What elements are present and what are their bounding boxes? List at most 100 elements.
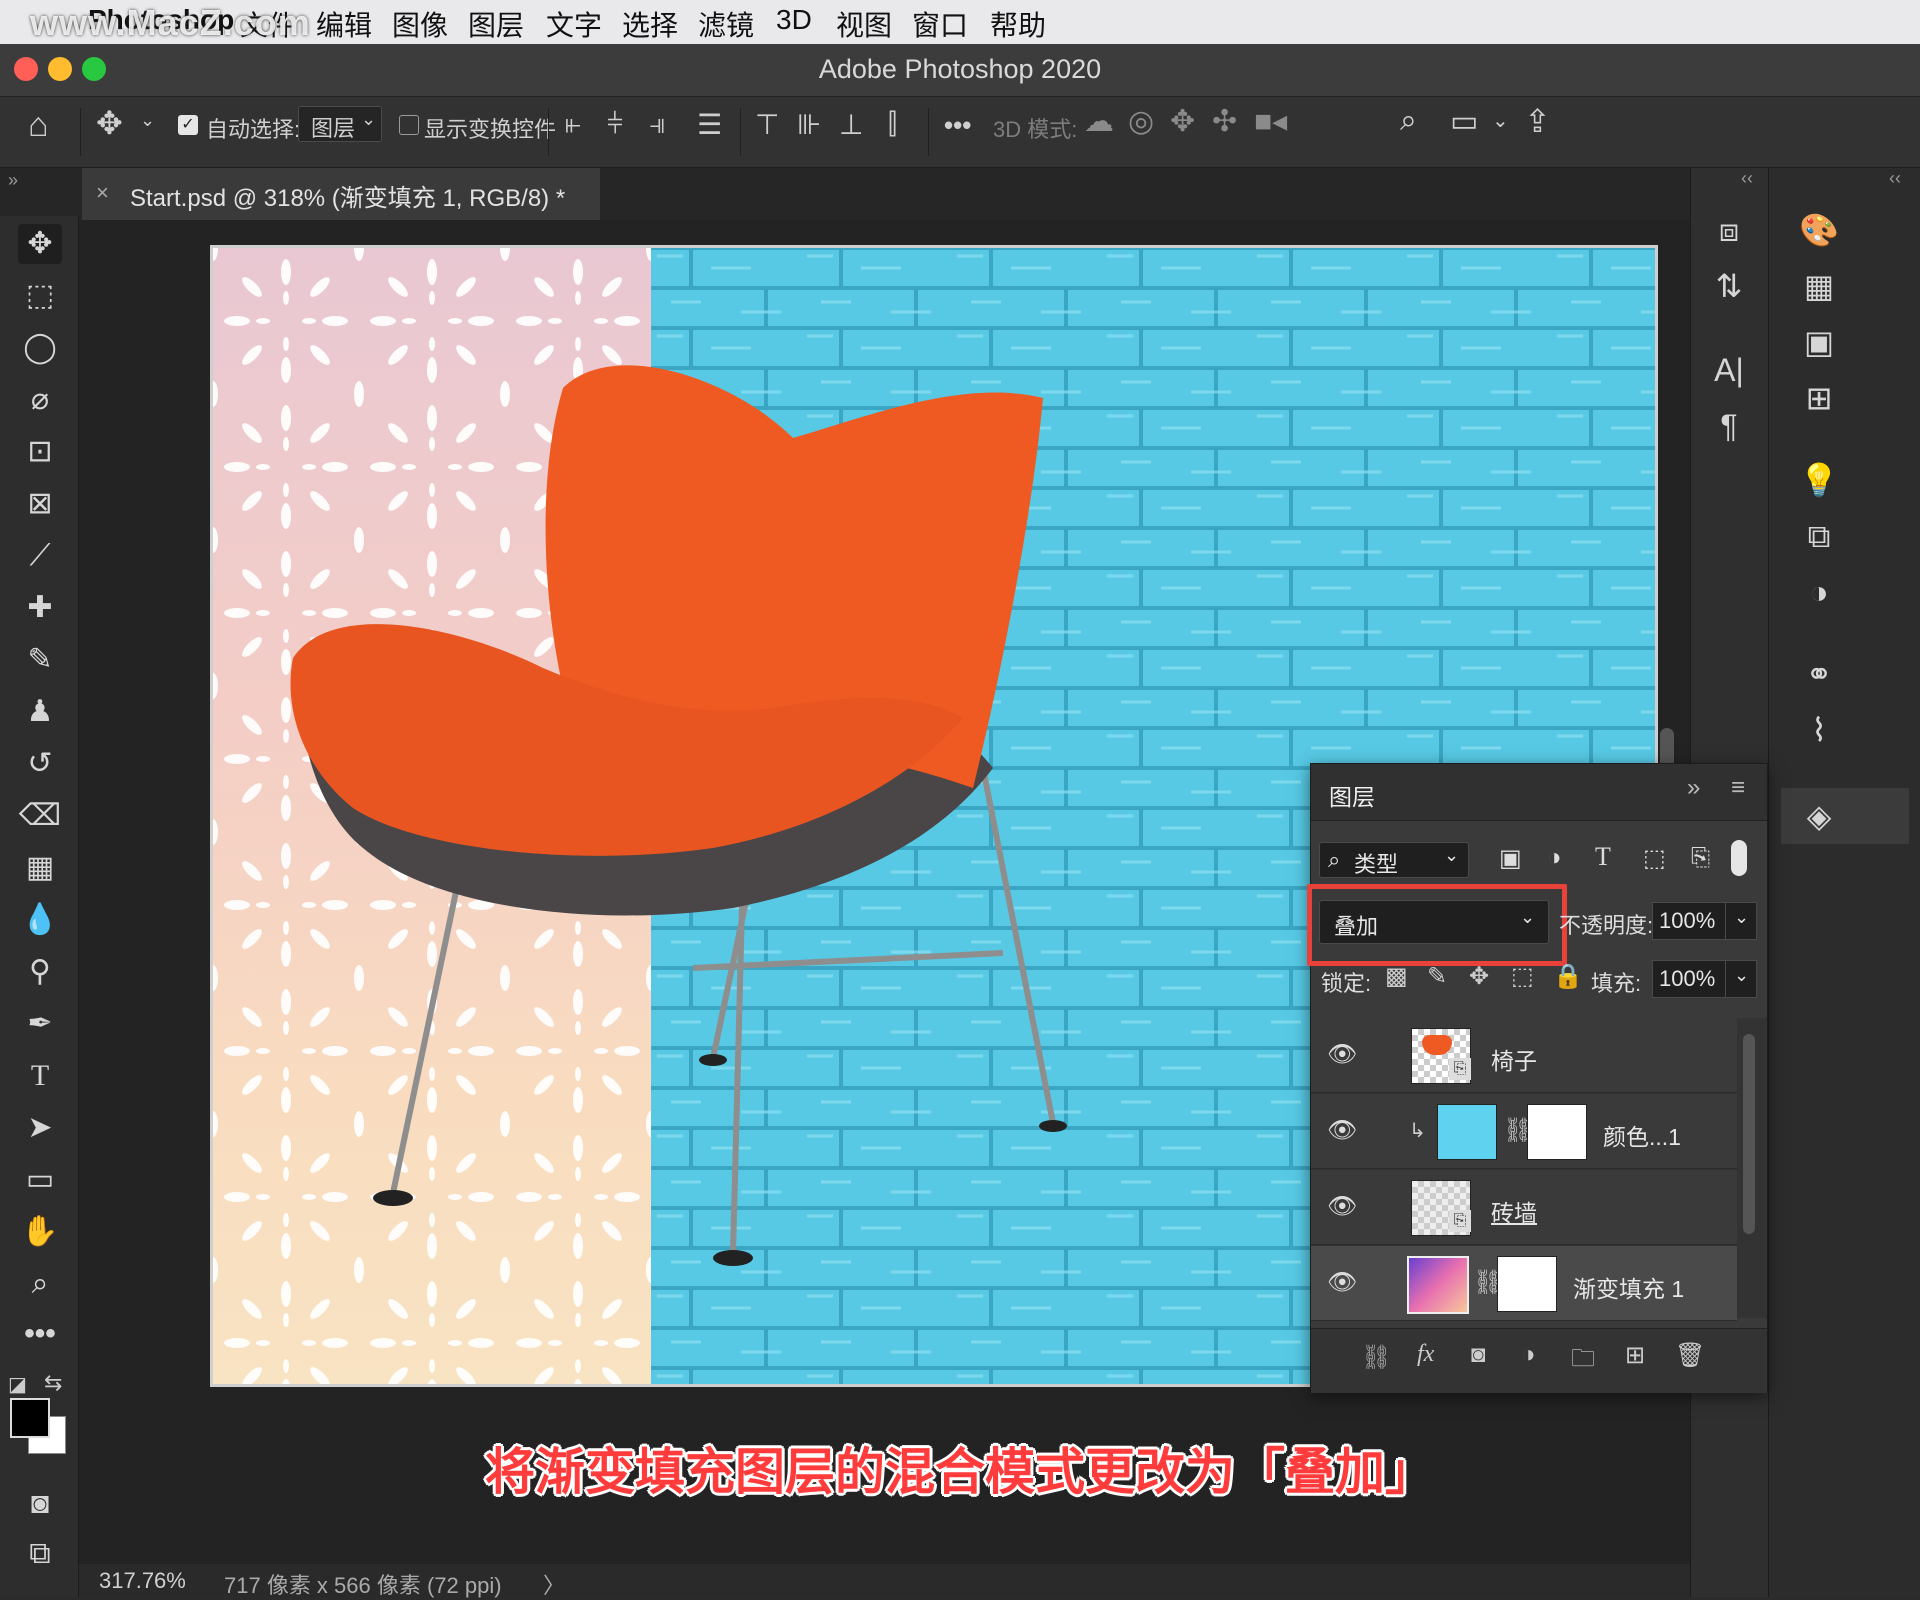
3d-video-icon[interactable]: ■◂ [1254, 104, 1287, 139]
paragraph-panel-icon[interactable]: ¶ [1703, 404, 1755, 448]
zoom-level[interactable]: 317.76% [99, 1568, 186, 1594]
auto-select-dropdown[interactable]: 图层 ⌄ [298, 106, 382, 142]
new-adjustment-icon[interactable]: ◑ [1521, 1341, 1536, 1369]
channels-panel-icon[interactable]: ⚭ [1793, 652, 1845, 696]
adjustment-filter-icon[interactable]: ◑ [1547, 844, 1562, 872]
smart-object-filter-icon[interactable]: ⎘ [1691, 844, 1710, 872]
layer-mask-thumbnail[interactable] [1497, 1256, 1557, 1312]
menu-image[interactable]: 图像 [392, 4, 448, 44]
gradients-panel-icon[interactable]: ▣ [1793, 320, 1845, 364]
move-tool-icon[interactable]: ✥ [18, 224, 62, 264]
marquee-tool-icon[interactable]: ⬚ [18, 276, 62, 316]
layer-row-gradient-fill[interactable]: 👁 ⛓ 渐变填充 1 [1311, 1246, 1737, 1321]
hand-tool-icon[interactable]: ✋ [18, 1212, 62, 1252]
menu-filter[interactable]: 滤镜 [698, 4, 754, 44]
swatches-panel-icon[interactable]: ▦ [1793, 264, 1845, 308]
panel-menu-icon[interactable]: ≡ [1731, 774, 1745, 802]
dodge-tool-icon[interactable]: ⚲ [18, 952, 62, 992]
gradient-tool-icon[interactable]: ▦ [18, 848, 62, 888]
visibility-eye-icon[interactable]: 👁 [1327, 1040, 1357, 1070]
frame-tool-icon[interactable]: ⊠ [18, 484, 62, 524]
rectangle-tool-icon[interactable]: ▭ [18, 1160, 62, 1200]
lasso-tool-icon[interactable]: ◯ [18, 328, 62, 368]
pen-tool-icon[interactable]: ✒ [18, 1004, 62, 1044]
character-panel-icon[interactable]: A| [1703, 348, 1755, 392]
close-tab-icon[interactable]: × [96, 180, 109, 206]
crop-tool-icon[interactable]: ⊡ [18, 432, 62, 472]
3d-roll-icon[interactable]: ◎ [1128, 104, 1154, 139]
align-right-icon[interactable]: ⫣ [649, 108, 666, 141]
align-bottom-icon[interactable]: ⊥ [839, 108, 863, 141]
delete-layer-icon[interactable]: 🗑 [1675, 1341, 1705, 1370]
clone-stamp-tool-icon[interactable]: ♟ [18, 692, 62, 732]
workspace-icon[interactable]: ▭ [1450, 104, 1478, 139]
lock-position-icon[interactable]: ✥ [1469, 962, 1489, 991]
default-colors-icon[interactable]: ◪ [8, 1372, 27, 1397]
auto-select-checkbox[interactable]: ✓ [178, 115, 198, 135]
lock-transparent-icon[interactable]: ▩ [1385, 962, 1408, 991]
new-layer-icon[interactable]: ⊞ [1625, 1341, 1645, 1370]
layer-row-color-fill[interactable]: 👁 ↳ ⛓ 颜色...1 [1311, 1094, 1737, 1169]
type-tool-icon[interactable]: T [18, 1056, 62, 1096]
screen-mode-icon[interactable]: ⧉ [18, 1534, 62, 1574]
menu-view[interactable]: 视图 [836, 4, 892, 44]
fill-slider-toggle[interactable]: ⌄ [1725, 960, 1757, 998]
brush-tool-icon[interactable]: ✎ [18, 640, 62, 680]
align-middle-icon[interactable]: ⊪ [797, 108, 821, 141]
fx-button[interactable]: fx [1417, 1341, 1434, 1368]
more-options-button[interactable]: ••• [944, 110, 971, 141]
3d-orbit-icon[interactable]: ☁ [1084, 104, 1114, 139]
new-group-icon[interactable]: 🗀 [1571, 1341, 1595, 1382]
link-layers-icon[interactable]: ⛓ [1361, 1343, 1391, 1372]
share-icon[interactable]: ⇪ [1524, 102, 1551, 140]
menu-help[interactable]: 帮助 [990, 4, 1046, 44]
history-panel-icon[interactable]: ⇅ [1703, 264, 1755, 308]
visibility-eye-icon[interactable]: 👁 [1327, 1268, 1357, 1298]
edit-toolbar-icon[interactable]: ••• [18, 1314, 62, 1354]
collapse-dock-icon[interactable]: ‹‹ [1889, 168, 1901, 189]
layers-panel-tab[interactable]: ◈ [1781, 788, 1909, 844]
3d-pan-icon[interactable]: ✥ [1170, 104, 1195, 139]
swap-colors-icon[interactable]: ⇆ [44, 1370, 62, 1396]
layer-row-chair[interactable]: 👁 ⎘ 椅子 [1311, 1018, 1737, 1093]
menu-edit[interactable]: 编辑 [316, 4, 372, 44]
menu-3d[interactable]: 3D [776, 4, 812, 36]
align-top-icon[interactable]: ⊤ [755, 108, 779, 141]
add-mask-icon[interactable]: ◙ [1471, 1341, 1486, 1369]
zoom-tool-icon[interactable]: ⌕ [18, 1264, 62, 1304]
align-center-icon[interactable]: ⫩ [607, 108, 623, 141]
path-selection-tool-icon[interactable]: ➤ [18, 1108, 62, 1148]
distribute-icon[interactable]: ☰ [697, 108, 722, 141]
expand-toolbar-icon[interactable]: » [8, 170, 18, 191]
layer-row-brick-wall[interactable]: 👁 ⎘ 砖墙 [1311, 1170, 1737, 1245]
move-tool-icon[interactable]: ✥ [96, 104, 123, 142]
adjustments-panel-icon[interactable]: ◑ [1793, 570, 1845, 614]
menu-type[interactable]: 文字 [546, 4, 602, 44]
menu-window[interactable]: 窗口 [912, 4, 968, 44]
type-filter-icon[interactable]: T [1595, 842, 1611, 872]
color-panel-icon[interactable]: 🎨 [1793, 208, 1845, 252]
quick-select-tool-icon[interactable]: ⌀ [18, 380, 62, 420]
visibility-eye-icon[interactable]: 👁 [1327, 1116, 1357, 1146]
opacity-slider-toggle[interactable]: ⌄ [1725, 902, 1757, 940]
libraries-panel-icon[interactable]: ⧉ [1793, 514, 1845, 558]
chevron-down-icon[interactable]: ⌄ [1492, 108, 1509, 133]
visibility-eye-icon[interactable]: 👁 [1327, 1192, 1357, 1222]
layer-list-scrollbar[interactable] [1743, 1034, 1755, 1234]
learn-panel-icon[interactable]: 💡 [1793, 458, 1845, 502]
paths-panel-icon[interactable]: ⌇ [1793, 708, 1845, 752]
menu-select[interactable]: 选择 [622, 4, 678, 44]
shape-filter-icon[interactable]: ⬚ [1643, 844, 1666, 873]
status-menu-arrow[interactable]: 〉 [543, 1568, 565, 1600]
align-left-icon[interactable]: ⫦ [565, 108, 581, 141]
lock-image-icon[interactable]: ✎ [1427, 962, 1447, 991]
layer-mask-thumbnail[interactable] [1527, 1104, 1587, 1160]
eraser-tool-icon[interactable]: ⌫ [18, 796, 62, 836]
lock-artboard-icon[interactable]: ⬚ [1511, 962, 1534, 991]
chevron-down-icon[interactable]: ⌄ [140, 110, 155, 131]
distribute-vertical-icon[interactable]: ⫿ [888, 108, 897, 141]
healing-brush-tool-icon[interactable]: ✚ [18, 588, 62, 628]
lock-all-icon[interactable]: 🔒 [1553, 962, 1583, 991]
patterns-panel-icon[interactable]: ⊞ [1793, 376, 1845, 420]
layer-filter-dropdown[interactable]: ⌕ 类型 ⌄ [1319, 842, 1469, 878]
